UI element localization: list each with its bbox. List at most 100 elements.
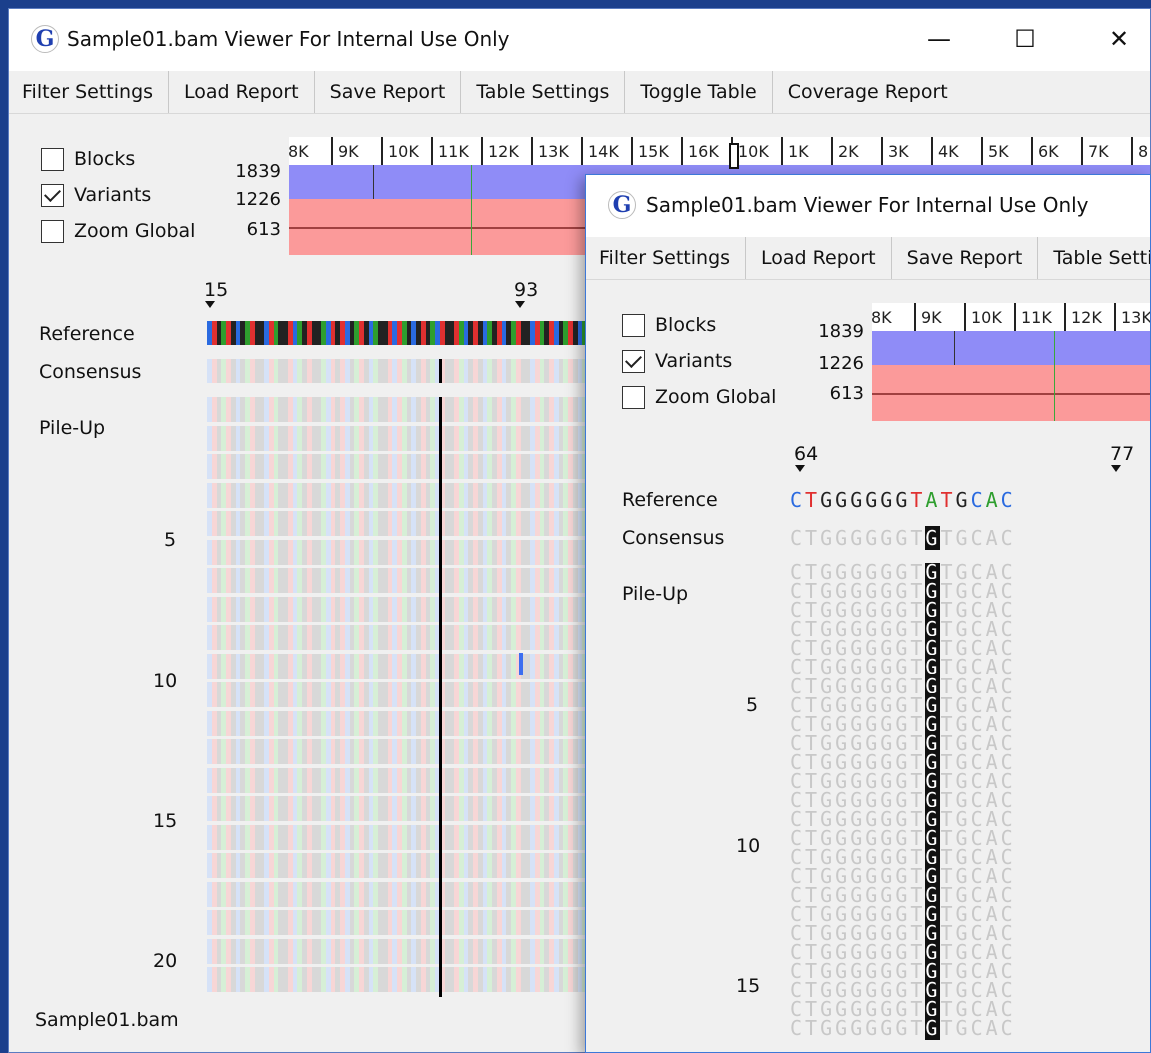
- variant-marker-line-front: [1054, 331, 1055, 421]
- menu-coverage-report[interactable]: Coverage Report: [773, 71, 963, 113]
- variants-option[interactable]: Variants: [41, 181, 151, 209]
- scale-label-high: 1839: [235, 161, 281, 182]
- position-ruler: 8K 9K 10K 11K 12K 13K 14K 15K 16K 10K 1K 2K 3K 4K 5K 6K…: [289, 137, 1150, 166]
- menu-load-report-front[interactable]: Load Report: [746, 237, 892, 279]
- menu-filter-settings-front[interactable]: Filter Settings: [586, 237, 747, 279]
- app-logo-icon-front: G: [608, 191, 636, 219]
- pileup-read-row[interactable]: CTGGGGGGTGTGCAC: [790, 1016, 1150, 1040]
- block-divider: [373, 165, 374, 199]
- base-letter: T: [910, 488, 926, 512]
- scale-label-high-front: 1839: [818, 321, 864, 342]
- base-letter: C: [790, 526, 806, 550]
- position-marker-end-front: 77: [1110, 443, 1134, 472]
- position-marker-end: 93: [514, 279, 538, 308]
- position-marker-start-front: 64: [794, 443, 818, 472]
- file-name-label: Sample01.bam: [35, 1009, 179, 1031]
- view-window-handle[interactable]: [729, 143, 739, 169]
- pileup-label-front: Pile-Up: [622, 583, 689, 605]
- blocks-label-front: Blocks: [655, 314, 717, 336]
- variants-option-front[interactable]: Variants: [622, 347, 732, 375]
- menu-table-settings[interactable]: Table Settings: [461, 71, 626, 113]
- base-letter: G: [895, 526, 911, 550]
- window-title: Sample01.bam Viewer For Internal Use Onl…: [67, 27, 510, 51]
- base-letter: G: [835, 526, 851, 550]
- pileup-strip[interactable]: [207, 397, 588, 997]
- overview-tick: 3K: [881, 137, 909, 165]
- row-number-5: 5: [164, 529, 177, 551]
- overview-tick: 6K: [1031, 137, 1059, 165]
- base-letter: C: [790, 1016, 806, 1040]
- base-letter: G: [820, 1016, 836, 1040]
- menu-save-report-front[interactable]: Save Report: [892, 237, 1039, 279]
- consensus-strip[interactable]: [207, 359, 588, 383]
- base-letter: G: [880, 1016, 896, 1040]
- pileup-reads[interactable]: CTGGGGGGTGTGCAC CTGGGGGGTGTGCAC CTGGGGGGTG…: [790, 563, 1150, 1052]
- zoom-global-option[interactable]: Zoom Global: [41, 217, 195, 245]
- menu-table-settings-front[interactable]: Table Settings: [1038, 237, 1150, 279]
- variants-label-front: Variants: [655, 350, 733, 372]
- row-number-20: 20: [153, 950, 178, 972]
- base-letter: C: [970, 526, 986, 550]
- variants-checkbox[interactable]: [41, 183, 64, 207]
- blocks-option[interactable]: Blocks: [41, 145, 135, 173]
- overview-tick: 8: [1131, 137, 1148, 165]
- base-letter: G: [850, 1016, 866, 1040]
- consensus-sequence[interactable]: CTGGGGGGTGTGCAC: [790, 525, 1016, 551]
- pileup-label: Pile-Up: [39, 417, 106, 439]
- zoom-global-checkbox-front[interactable]: [622, 385, 645, 409]
- blocks-option-front[interactable]: Blocks: [622, 311, 716, 339]
- base-letter: C: [1000, 1016, 1016, 1040]
- overview-front-tick: 13K: [1114, 303, 1150, 331]
- blocks-checkbox-front[interactable]: [622, 313, 645, 337]
- row-number-15: 15: [153, 810, 178, 832]
- menu-save-report[interactable]: Save Report: [315, 71, 462, 113]
- overview-tick: 7K: [1081, 137, 1109, 165]
- base-letter: T: [805, 1016, 821, 1040]
- blocks-label: Blocks: [74, 148, 136, 170]
- variants-checkbox-front[interactable]: [622, 349, 645, 373]
- menu-filter-settings[interactable]: Filter Settings: [9, 71, 170, 113]
- coverage-band-front: [872, 331, 1150, 365]
- base-letter: T: [805, 526, 821, 550]
- reference-sequence[interactable]: CTGGGGGGTATGCAC: [790, 487, 1016, 513]
- close-button[interactable]: ✕: [1099, 23, 1139, 55]
- overview-tick: 4K: [931, 137, 959, 165]
- scale-label-low-front: 613: [829, 383, 864, 404]
- zoom-global-checkbox[interactable]: [41, 219, 64, 243]
- marker-end-label: 93: [514, 279, 539, 301]
- base-letter: G: [835, 1016, 851, 1040]
- menu-load-report[interactable]: Load Report: [169, 71, 315, 113]
- zoom-global-label: Zoom Global: [74, 220, 196, 242]
- base-letter: G: [880, 488, 896, 512]
- baseline-line-front: [872, 393, 1150, 395]
- base-letter: G: [955, 526, 971, 550]
- title-bar: G Sample01.bam Viewer For Internal Use O…: [9, 9, 1150, 71]
- zoom-global-option-front[interactable]: Zoom Global: [622, 383, 776, 411]
- variants-label: Variants: [74, 184, 152, 206]
- overview-front-tick: 9K: [914, 303, 942, 331]
- menu-toggle-table[interactable]: Toggle Table: [625, 71, 773, 113]
- overview-tick: 2K: [831, 137, 859, 165]
- overview-tick: 13K: [531, 137, 569, 165]
- scale-label-mid: 1226: [235, 189, 281, 210]
- overview-tick: 9K: [331, 137, 359, 165]
- minimize-button[interactable]: —: [919, 23, 959, 55]
- base-letter: T: [910, 1016, 926, 1040]
- base-letter: G: [865, 526, 881, 550]
- overview-tick: 1K: [781, 137, 809, 165]
- base-letter: G: [925, 526, 941, 550]
- coverage-overview-front[interactable]: 8K 9K 10K 11K 12K 13K: [872, 303, 1150, 421]
- blocks-checkbox[interactable]: [41, 147, 64, 171]
- base-letter: T: [940, 526, 956, 550]
- block-divider-front: [954, 331, 955, 365]
- position-marker-start: 15: [204, 279, 228, 308]
- base-letter: T: [910, 526, 926, 550]
- maximize-button[interactable]: ☐: [1005, 23, 1045, 55]
- reference-strip[interactable]: [207, 321, 588, 345]
- overview-tick: 14K: [581, 137, 619, 165]
- title-bar-front: G Sample01.bam Viewer For Internal Use O…: [586, 175, 1150, 237]
- base-letter: G: [865, 488, 881, 512]
- marker-end-label-front: 77: [1110, 443, 1135, 465]
- overview-front-tick: 8K: [872, 303, 892, 331]
- overview-tick: 16K: [681, 137, 719, 165]
